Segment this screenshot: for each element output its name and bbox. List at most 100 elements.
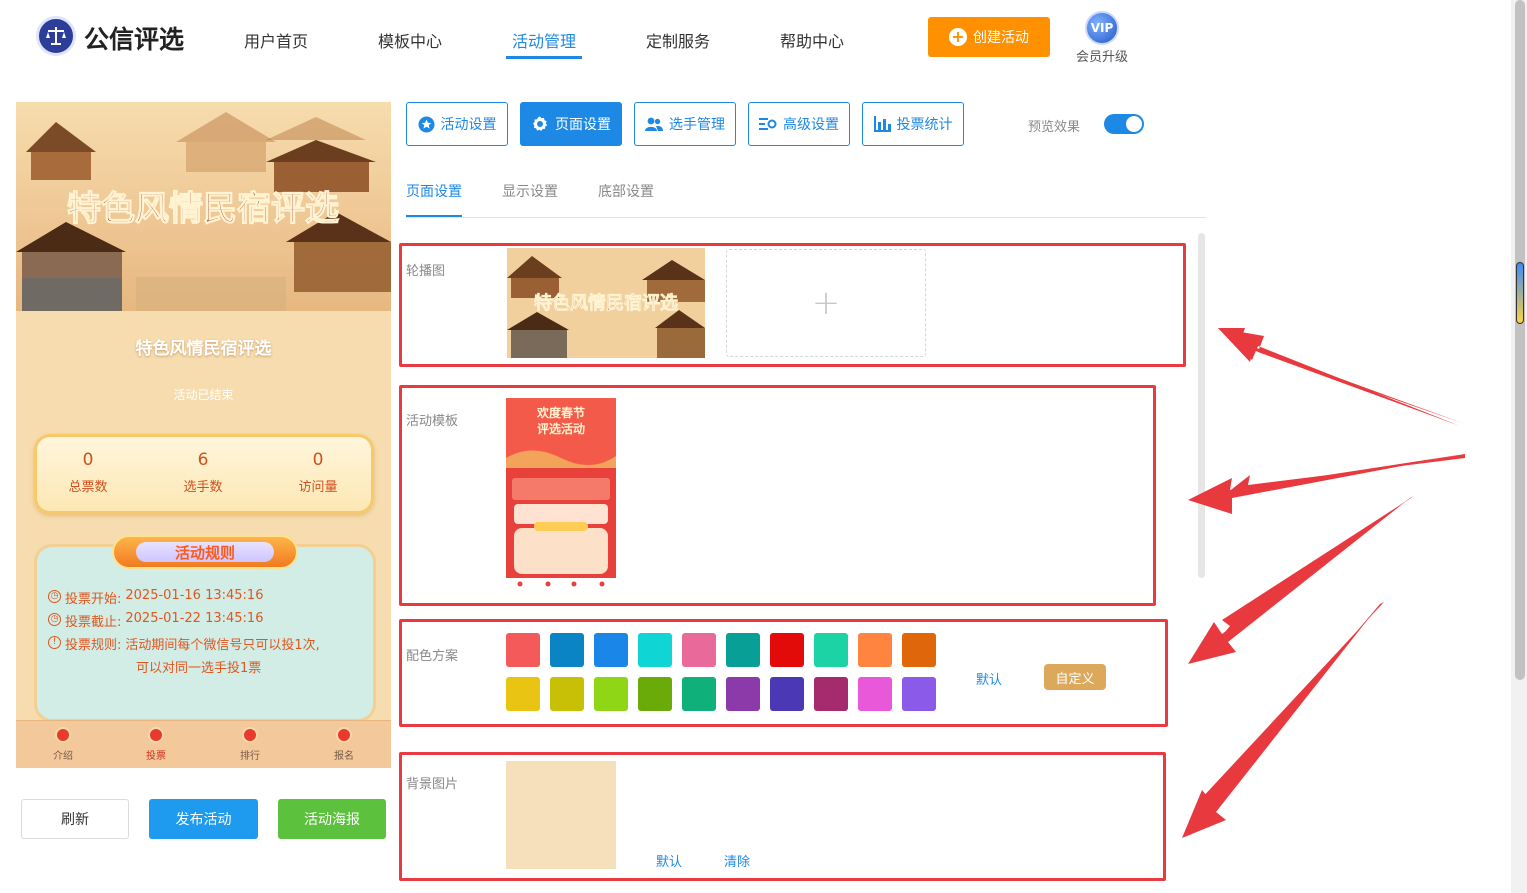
tab-page-settings[interactable]: 页面设置 (520, 102, 622, 146)
color-swatch[interactable] (902, 633, 936, 667)
color-swatch[interactable] (814, 633, 848, 667)
background-thumbnail[interactable] (506, 761, 616, 869)
preview-title: 特色风情民宿评选 (135, 339, 272, 359)
clock-icon: ◷ (48, 590, 61, 603)
add-carousel-image-button[interactable]: + (726, 249, 926, 357)
template-title-1: 欢度春节 (536, 405, 585, 420)
color-swatch-row-1 (506, 633, 936, 667)
users-icon (645, 117, 663, 131)
carousel-label: 轮播图 (406, 264, 446, 279)
vip-badge-icon[interactable]: VIP (1085, 11, 1119, 45)
color-swatch[interactable] (726, 677, 760, 711)
rules-card (34, 544, 376, 722)
rule-value: 活动期间每个微信号只可以投1次, (125, 638, 320, 653)
color-swatch[interactable] (550, 677, 584, 711)
plus-icon: + (811, 283, 841, 323)
background-label: 背景图片 (406, 777, 459, 792)
annotation-arrows (1182, 328, 1465, 838)
tab-label: 投票 (146, 751, 166, 762)
color-swatch[interactable] (682, 677, 716, 711)
subtab-display-settings[interactable]: 显示设置 (502, 181, 558, 201)
mobile-preview: 特色风情民宿评选 特色风情民宿评选 活动已结束 0 总票数 6 选手数 0 访问… (16, 102, 391, 768)
tab-vote-statistics[interactable]: 投票统计 (862, 102, 964, 146)
color-swatch[interactable] (594, 633, 628, 667)
color-swatch[interactable] (858, 633, 892, 667)
preview-toggle[interactable] (1104, 114, 1144, 134)
tab-label: 页面设置 (555, 117, 611, 133)
rule-value-continued: 可以对同一选手投1票 (136, 661, 262, 676)
clear-background-link[interactable]: 清除 (724, 851, 750, 870)
signup-icon (336, 727, 352, 743)
color-swatch[interactable] (638, 677, 672, 711)
color-swatch[interactable] (858, 677, 892, 711)
tab-ranking[interactable]: 排行 (220, 727, 280, 762)
stat-value: 6 (197, 450, 209, 470)
vip-upgrade-link[interactable]: 会员升级 (1076, 46, 1128, 65)
rule-label: 投票开始: (65, 592, 122, 607)
stat-label: 选手数 (183, 480, 223, 495)
tab-contestant-management[interactable]: 选手管理 (634, 102, 736, 146)
color-swatch[interactable] (770, 633, 804, 667)
create-activity-button[interactable]: + 创建活动 (928, 17, 1050, 57)
nav-custom-service[interactable]: 定制服务 (646, 28, 710, 52)
rule-vote-policy: ! 投票规则: 活动期间每个微信号只可以投1次, (48, 634, 320, 653)
template-label: 活动模板 (406, 414, 459, 429)
activity-poster-button[interactable]: 活动海报 (278, 799, 386, 839)
stat-contestants: 6 选手数 (148, 450, 258, 495)
color-swatch[interactable] (902, 677, 936, 711)
nav-home[interactable]: 用户首页 (244, 28, 308, 52)
color-swatch[interactable] (726, 633, 760, 667)
tab-vote[interactable]: 投票 (126, 727, 186, 762)
color-swatch[interactable] (770, 677, 804, 711)
banner-image: 特色风情民宿评选 (16, 102, 391, 311)
stat-label: 总票数 (68, 480, 108, 495)
nav-activity-management[interactable]: 活动管理 (512, 28, 576, 52)
color-swatch[interactable] (506, 677, 540, 711)
tab-label: 投票统计 (896, 117, 953, 133)
color-scheme-label: 配色方案 (406, 649, 459, 664)
color-swatch[interactable] (506, 633, 540, 667)
tab-label: 报名 (334, 751, 354, 762)
template-thumbnail[interactable]: 欢度春节 评选活动 (506, 398, 616, 593)
vote-icon (148, 727, 164, 743)
refresh-button[interactable]: 刷新 (21, 799, 129, 839)
default-background-link[interactable]: 默认 (656, 851, 682, 870)
subtab-active-indicator (406, 215, 462, 217)
bar-chart-icon (873, 116, 891, 132)
publish-activity-button[interactable]: 发布活动 (149, 799, 258, 839)
rules-title: 活动规则 (174, 544, 235, 562)
color-swatch[interactable] (682, 633, 716, 667)
logo-emblem[interactable] (36, 16, 76, 56)
star-icon (418, 116, 434, 132)
intro-icon (55, 727, 71, 743)
color-swatch[interactable] (814, 677, 848, 711)
scales-icon (46, 27, 66, 45)
color-swatch[interactable] (550, 633, 584, 667)
logo-text[interactable]: 公信评选 (84, 20, 184, 56)
tab-intro[interactable]: 介绍 (33, 727, 93, 762)
rule-label: 投票截止: (65, 615, 122, 630)
plus-circle-icon: + (949, 28, 967, 46)
color-swatch-row-2 (506, 677, 936, 711)
tab-advanced-settings[interactable]: 高级设置 (748, 102, 850, 146)
page-scrollbar-thumb[interactable] (1515, 0, 1525, 680)
sliders-icon (759, 118, 777, 130)
nav-help[interactable]: 帮助中心 (780, 28, 844, 52)
tab-label: 排行 (240, 751, 260, 762)
carousel-thumbnail[interactable]: 特色风情民宿评选 (507, 248, 705, 358)
custom-color-button[interactable]: 自定义 (1044, 664, 1106, 690)
color-swatch[interactable] (594, 677, 628, 711)
color-swatch[interactable] (638, 633, 672, 667)
stat-value: 0 (312, 450, 324, 470)
ranking-icon (242, 727, 258, 743)
subtab-page-settings[interactable]: 页面设置 (406, 181, 462, 201)
rule-vote-start: ◷ 投票开始: 2025-01-16 13:45:16 (48, 588, 263, 607)
info-icon: ! (48, 636, 61, 649)
tab-activity-settings[interactable]: 活动设置 (406, 102, 508, 146)
nav-templates[interactable]: 模板中心 (378, 28, 442, 52)
tab-signup[interactable]: 报名 (314, 727, 374, 762)
rule-value: 2025-01-16 13:45:16 (125, 588, 264, 603)
subtab-footer-settings[interactable]: 底部设置 (598, 181, 654, 201)
default-color-link[interactable]: 默认 (976, 669, 1002, 688)
create-activity-label: 创建活动 (973, 30, 1029, 46)
